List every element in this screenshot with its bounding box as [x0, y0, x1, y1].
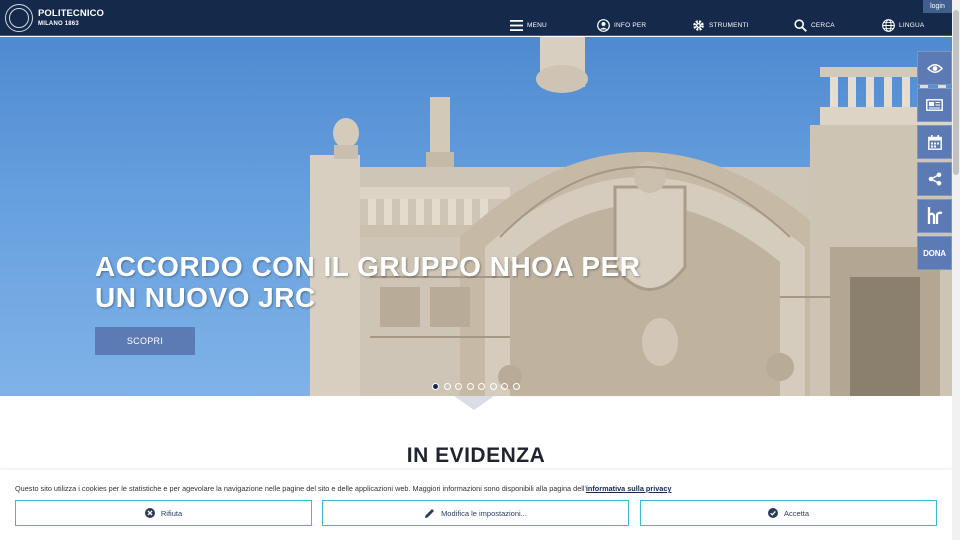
- top-header: POLITECNICO MILANO 1863 MENU INFO PER ST…: [0, 0, 952, 36]
- carousel-dot[interactable]: [466, 383, 474, 390]
- eye-icon: [926, 63, 943, 73]
- building-facade-image: [310, 37, 952, 396]
- carousel-dots: [432, 383, 524, 390]
- hero-carousel: ACCORDO CON IL GRUPPO NHOA PER UN NUOVO …: [0, 37, 952, 396]
- nav-lingua-label: LINGUA: [899, 21, 925, 29]
- accept-label: Accetta: [783, 508, 809, 518]
- carousel-dot[interactable]: [478, 383, 485, 390]
- carousel-dot[interactable]: [512, 383, 520, 390]
- carousel-dot[interactable]: [432, 383, 439, 390]
- check-circle-icon: [767, 508, 778, 518]
- accessibility-button[interactable]: [917, 51, 952, 85]
- calendar-icon: [927, 134, 942, 150]
- hero-title[interactable]: ACCORDO CON IL GRUPPO NHOA PER UN NUOVO …: [95, 251, 640, 313]
- nav-lingua[interactable]: LINGUA: [882, 17, 924, 33]
- search-icon: [794, 18, 807, 32]
- nav-cerca-label: CERCA: [811, 21, 835, 29]
- hr-button[interactable]: [917, 199, 952, 233]
- hero-title-line2: UN NUOVO JRC: [95, 282, 316, 313]
- dona-button[interactable]: DONA: [917, 236, 952, 270]
- close-circle-icon: [144, 508, 155, 518]
- nav-menu-label: MENU: [527, 21, 547, 29]
- hero-down-arrow: [454, 396, 494, 410]
- logo-subtitle: MILANO 1863: [38, 20, 79, 27]
- share-button[interactable]: [917, 162, 952, 196]
- pencil-icon: [425, 508, 435, 518]
- nav-info-per-label: INFO PER: [614, 21, 647, 29]
- section-title: IN EVIDENZA: [406, 444, 546, 467]
- hero-title-line1: ACCORDO CON IL GRUPPO NHOA PER: [95, 251, 641, 282]
- nav-menu[interactable]: MENU: [510, 17, 547, 33]
- globe-icon: [882, 18, 895, 32]
- cookie-text: Questo sito utilizza i cookies per le st…: [15, 484, 671, 493]
- share-icon: [928, 172, 941, 186]
- polimi-logo[interactable]: POLITECNICO MILANO 1863: [5, 4, 104, 32]
- scrollbar-thumb[interactable]: [953, 10, 959, 175]
- nav-info-per[interactable]: INFO PER: [597, 17, 646, 33]
- carousel-dot[interactable]: [443, 383, 451, 390]
- login-button[interactable]: login: [923, 0, 952, 13]
- privacy-link[interactable]: informativa sulla privacy: [586, 484, 672, 493]
- news-icon: [926, 99, 943, 111]
- nav-cerca[interactable]: CERCA: [794, 17, 835, 33]
- user-icon: [597, 18, 610, 32]
- gear-icon: [693, 19, 704, 31]
- accept-button[interactable]: Accetta: [640, 500, 937, 526]
- hamburger-icon: [510, 19, 523, 31]
- seal-icon: [5, 4, 33, 32]
- cookie-message: Questo sito utilizza i cookies per le st…: [15, 484, 586, 493]
- scopri-button[interactable]: SCOPRI: [95, 327, 195, 355]
- nav-strumenti[interactable]: STRUMENTI: [692, 17, 749, 33]
- reject-button[interactable]: Rifiuta: [15, 500, 312, 526]
- nav-strumenti-label: STRUMENTI: [709, 21, 749, 29]
- side-toolbar: DONA: [917, 51, 952, 273]
- calendar-button[interactable]: [917, 125, 952, 159]
- cookie-banner: Questo sito utilizza i cookies per le st…: [0, 470, 952, 540]
- carousel-dot[interactable]: [489, 383, 497, 390]
- carousel-dot[interactable]: [501, 383, 508, 390]
- settings-label: Modifica le impostazioni...: [441, 508, 527, 518]
- hr-icon: [927, 207, 942, 224]
- reject-label: Rifiuta: [160, 508, 183, 518]
- settings-button[interactable]: Modifica le impostazioni...: [322, 500, 629, 526]
- page-scrollbar[interactable]: [952, 0, 960, 540]
- logo-title: POLITECNICO: [38, 8, 105, 20]
- news-button[interactable]: [917, 88, 952, 122]
- carousel-dot[interactable]: [455, 383, 462, 390]
